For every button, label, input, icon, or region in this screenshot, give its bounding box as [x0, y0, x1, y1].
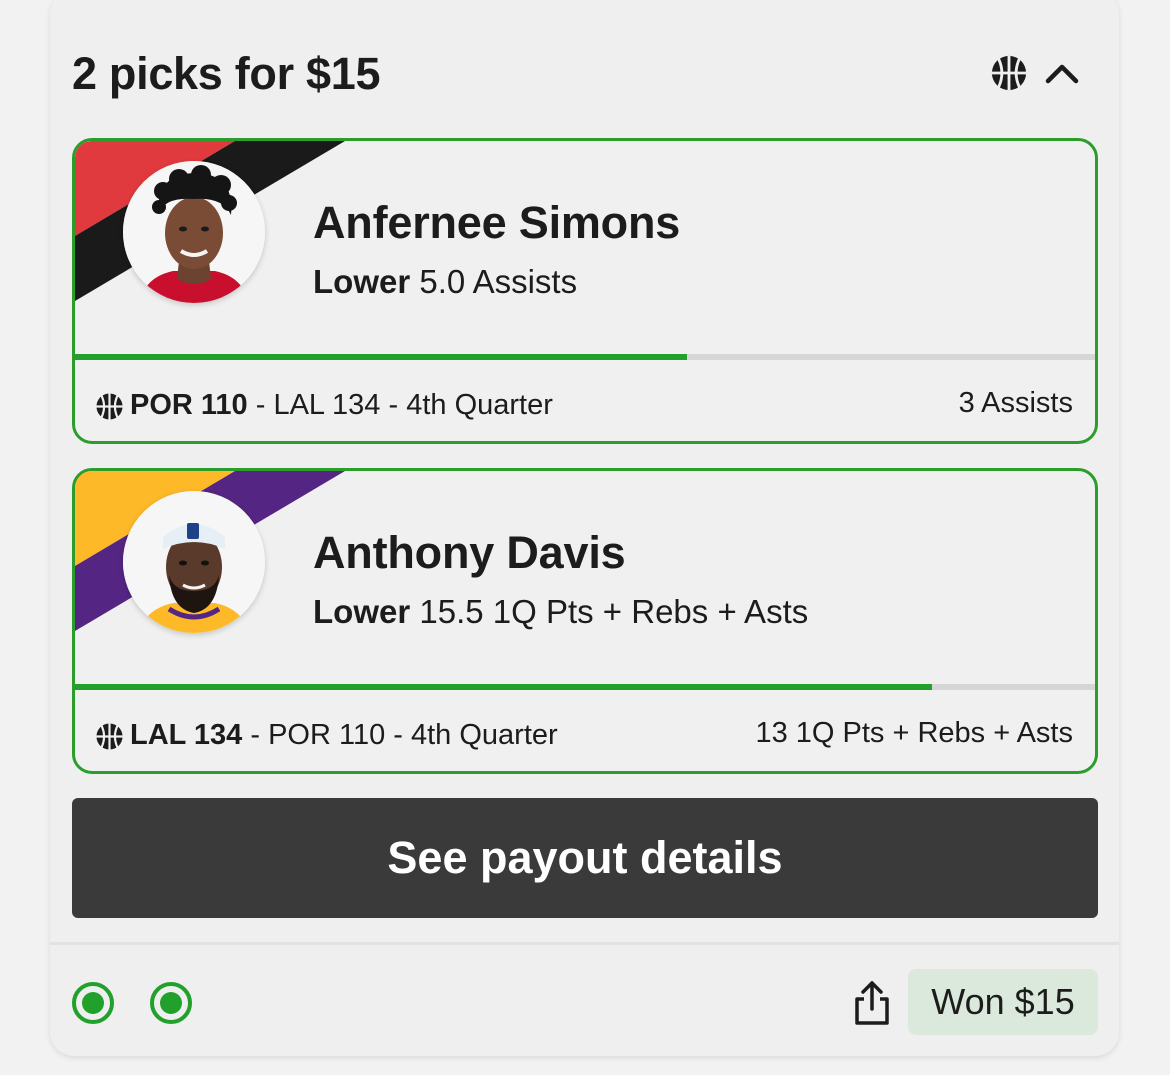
player-avatar — [123, 161, 265, 303]
game-score-detail: - POR 110 - 4th Quarter — [242, 719, 558, 751]
stat-progress-bar — [75, 684, 1095, 690]
pick-line: Lower 5.0 Assists — [313, 263, 577, 301]
pick-stat-line: 5.0 Assists — [419, 263, 578, 300]
pick-direction: Lower — [313, 593, 411, 630]
chevron-up-icon[interactable] — [1044, 56, 1080, 92]
basketball-icon — [96, 393, 123, 420]
game-status-row: POR 110 - LAL 134 - 4th Quarter 3 Assist… — [95, 387, 1073, 427]
entry-title: 2 picks for $15 — [72, 48, 381, 99]
team-score: POR 110 — [130, 389, 248, 421]
pick-stat-line: 15.5 1Q Pts + Rebs + Asts — [419, 593, 809, 630]
check-dot-icon — [150, 982, 192, 1024]
pick-card[interactable]: Anfernee Simons Lower 5.0 Assists POR 11… — [72, 138, 1098, 444]
game-score-detail: - LAL 134 - 4th Quarter — [247, 389, 553, 421]
stat-result: 13 1Q Pts + Rebs + Asts — [755, 717, 1073, 749]
basketball-icon — [991, 55, 1027, 91]
share-icon[interactable] — [850, 979, 894, 1027]
stat-progress-bar — [75, 354, 1095, 360]
check-dot-icon — [72, 982, 114, 1024]
player-avatar — [123, 491, 265, 633]
pick-card[interactable]: Anthony Davis Lower 15.5 1Q Pts + Rebs +… — [72, 468, 1098, 774]
stat-progress-fill — [75, 354, 687, 360]
game-score: LAL 134 - POR 110 - 4th Quarter — [130, 719, 558, 752]
player-name: Anfernee Simons — [313, 197, 681, 248]
team-score: LAL 134 — [130, 719, 243, 751]
entry-header: 2 picks for $15 — [72, 44, 1112, 104]
won-badge: Won $15 — [908, 969, 1098, 1035]
game-score: POR 110 - LAL 134 - 4th Quarter — [130, 389, 553, 422]
footer-divider — [50, 942, 1119, 945]
stat-progress-fill — [75, 684, 932, 690]
game-status-row: LAL 134 - POR 110 - 4th Quarter 13 1Q Pt… — [95, 717, 1073, 757]
stat-result: 3 Assists — [958, 387, 1073, 419]
pick-line: Lower 15.5 1Q Pts + Rebs + Asts — [313, 593, 808, 631]
pick-direction: Lower — [313, 263, 411, 300]
basketball-icon — [96, 723, 123, 750]
see-payout-details-button[interactable]: See payout details — [72, 798, 1098, 918]
player-name: Anthony Davis — [313, 527, 626, 578]
